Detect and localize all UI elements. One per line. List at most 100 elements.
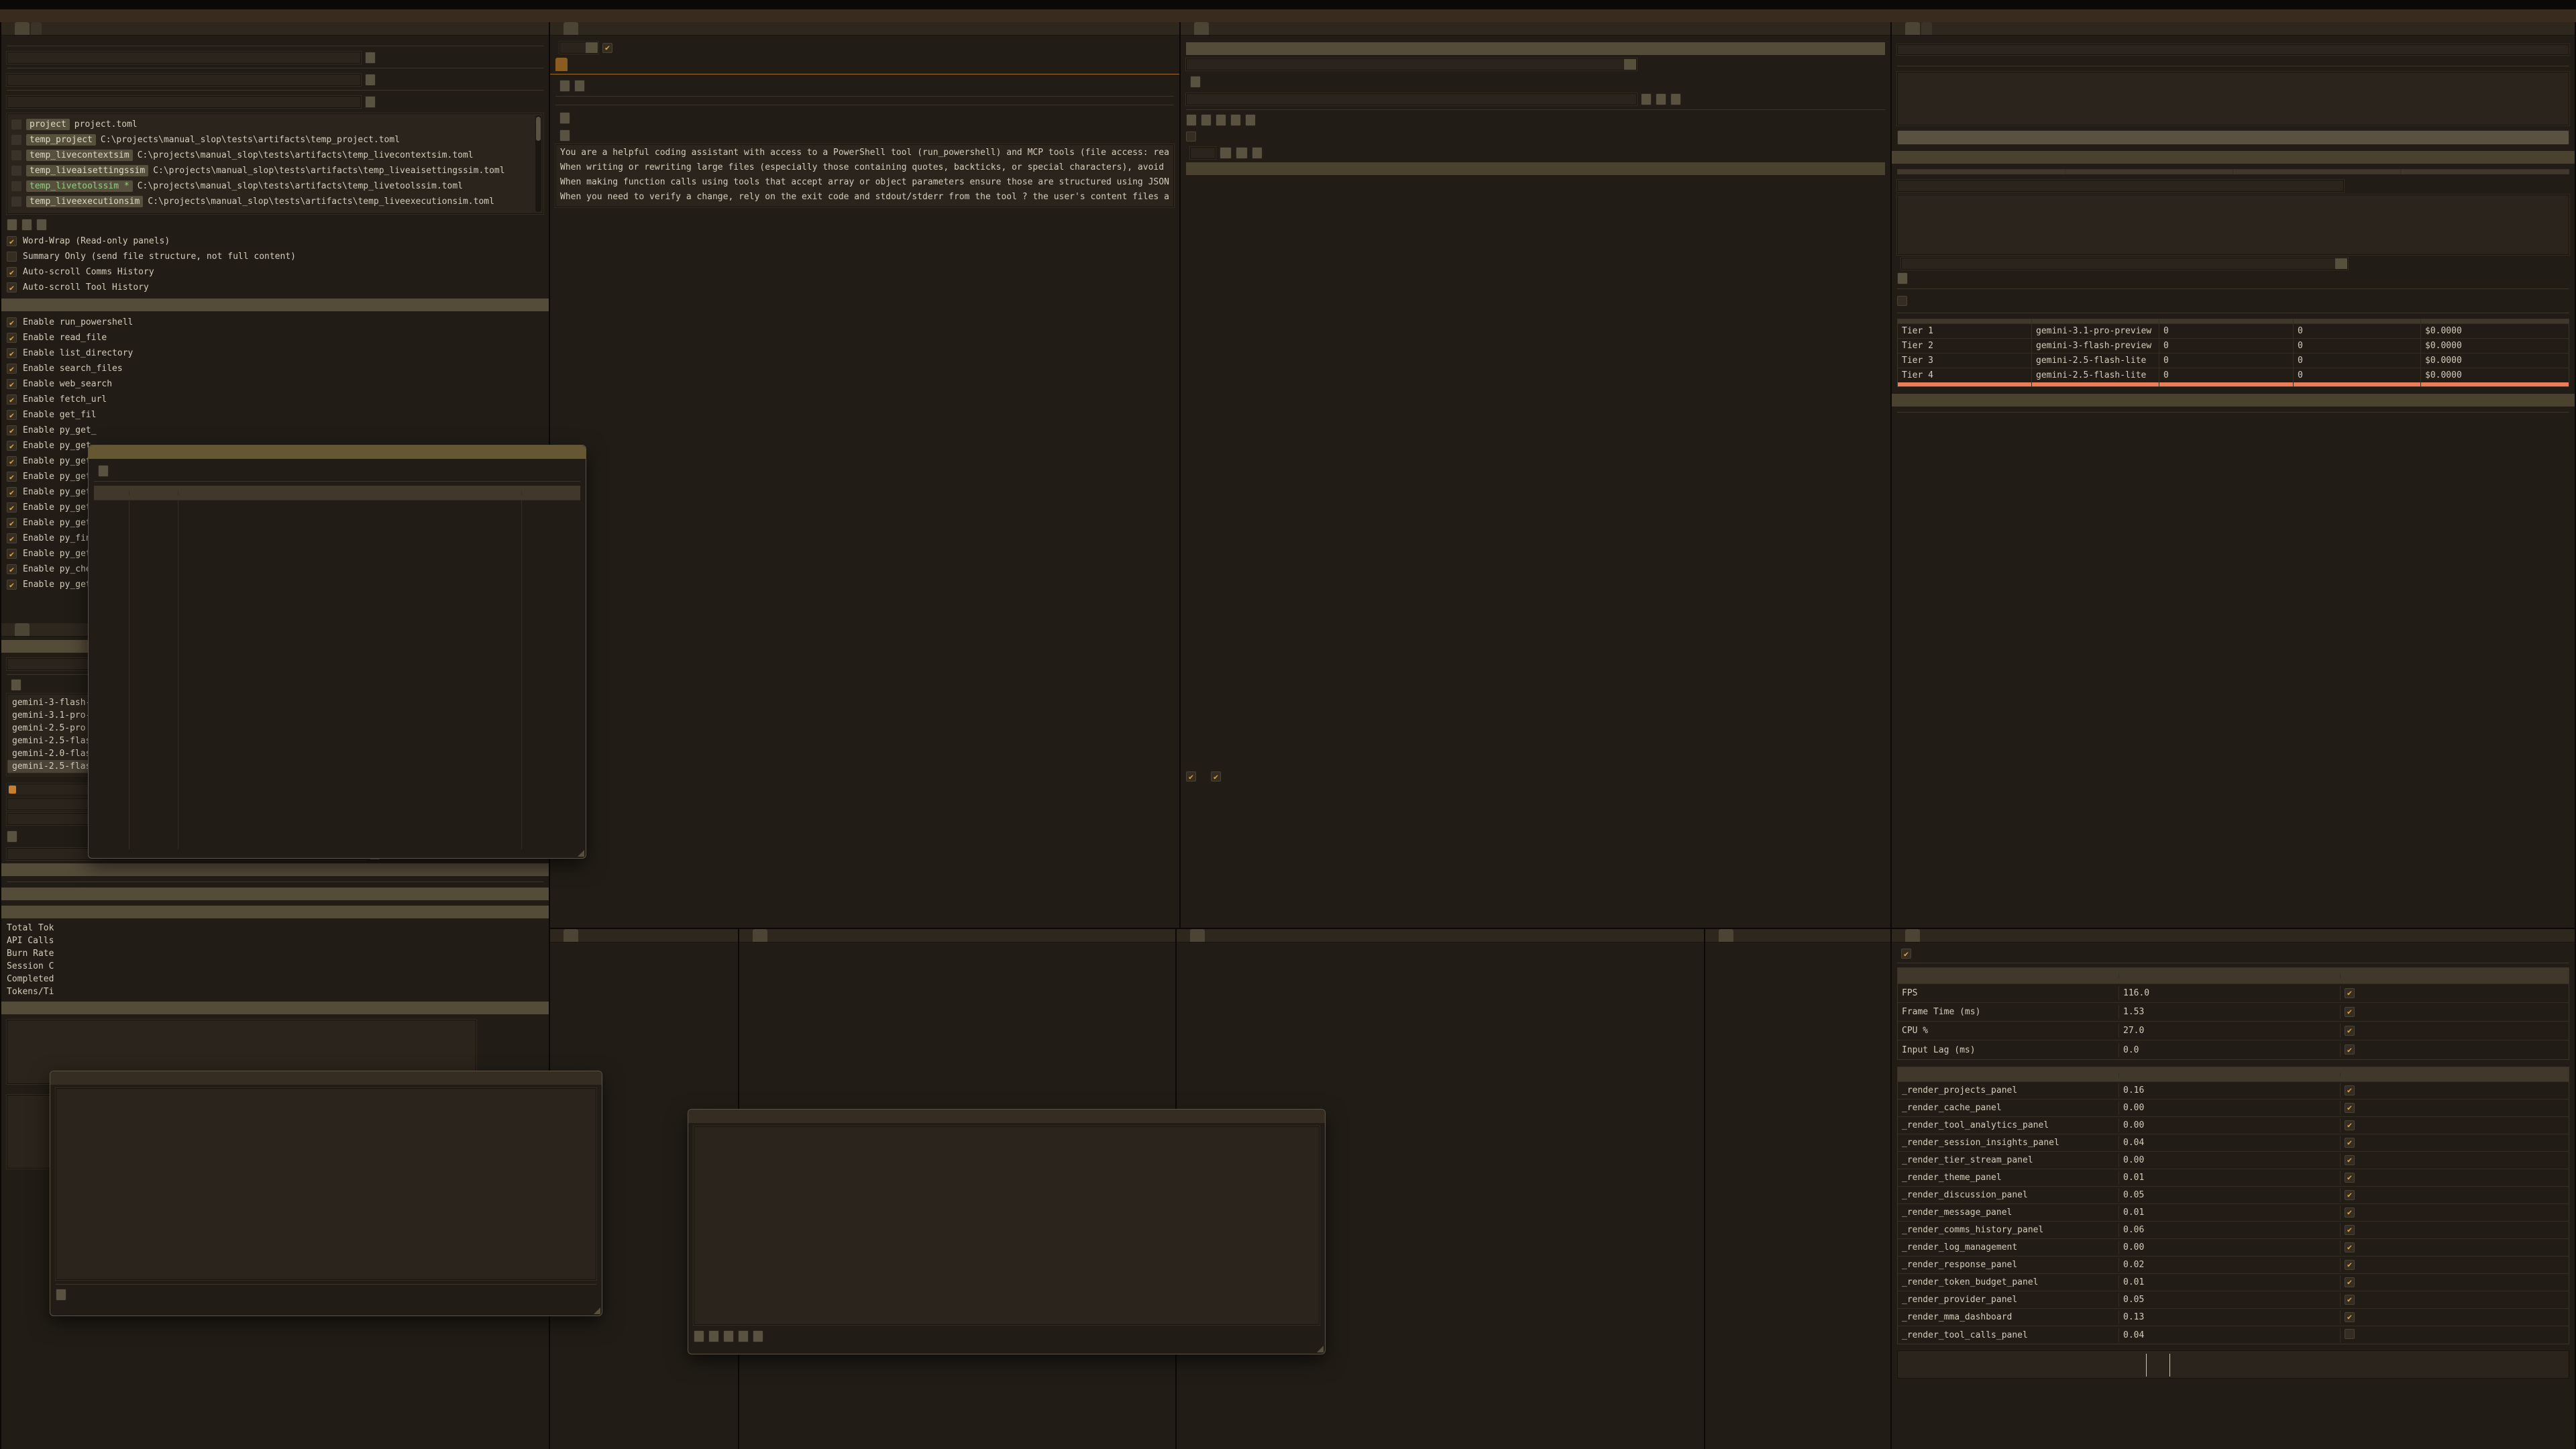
file-tag-chip[interactable]: temp_livecontextsim xyxy=(26,150,133,161)
col-result[interactable] xyxy=(522,491,580,495)
step-mode-checkbox[interactable] xyxy=(1897,296,1907,306)
tab-operations-hub[interactable] xyxy=(564,22,578,35)
tab-tier2-tech-lead[interactable] xyxy=(753,929,767,942)
graph-checkbox[interactable] xyxy=(2345,1085,2355,1095)
tab-tier1-strategy[interactable] xyxy=(564,929,578,942)
agent-tool-row[interactable]: Enable search_files xyxy=(7,361,543,376)
tab-theme[interactable] xyxy=(31,22,42,35)
remove-file-icon[interactable] xyxy=(11,197,21,207)
system-prompt-block[interactable]: You are a helpful coding assistant with … xyxy=(555,144,1174,207)
checkbox-icon[interactable] xyxy=(7,472,17,482)
agent-tool-row[interactable]: Enable fetch_url xyxy=(7,392,543,407)
clear-button[interactable] xyxy=(559,80,570,92)
checkbox-icon[interactable] xyxy=(7,282,17,292)
epic-planning-textarea[interactable] xyxy=(1897,72,2569,125)
col-component[interactable] xyxy=(1898,1073,2119,1077)
autoadd-checkbox[interactable] xyxy=(1186,131,1196,142)
remove-file-icon[interactable] xyxy=(11,166,21,176)
collapse-menu-icon[interactable] xyxy=(739,929,753,942)
checkbox-icon[interactable] xyxy=(7,425,17,435)
keep-pairs-input[interactable] xyxy=(1190,147,1216,159)
plus-all-button[interactable] xyxy=(1216,114,1226,126)
col-graph[interactable] xyxy=(2341,1073,2569,1077)
resize-grip[interactable] xyxy=(1317,1346,1324,1352)
main-context-browse-button[interactable] xyxy=(365,74,376,86)
dropdown-icon[interactable] xyxy=(2335,258,2347,269)
agent-tool-row[interactable]: Enable list_directory xyxy=(7,345,543,361)
collapse-menu-icon[interactable] xyxy=(550,22,564,35)
col-value[interactable] xyxy=(2119,974,2341,978)
tab-comms-history[interactable] xyxy=(555,58,568,71)
remove-file-icon[interactable] xyxy=(11,135,21,145)
file-tag-chip[interactable]: temp_liveaisettingssim xyxy=(26,165,148,176)
token-budget-header[interactable] xyxy=(1,863,549,876)
dropdown-icon[interactable] xyxy=(586,42,598,53)
tab-log-management[interactable] xyxy=(1921,22,1932,35)
checkbox-icon[interactable] xyxy=(7,236,17,246)
create-button[interactable] xyxy=(1641,93,1652,105)
rename-button[interactable] xyxy=(1656,93,1666,105)
minus-button[interactable] xyxy=(1220,147,1232,159)
col-actions[interactable] xyxy=(2401,170,2569,174)
load-log-button[interactable] xyxy=(574,80,585,92)
fetch-model-button[interactable] xyxy=(11,679,21,691)
project-file-row[interactable]: temp_livecontextsim C:\projects\manual_s… xyxy=(7,148,543,163)
graph-checkbox[interactable] xyxy=(2345,1208,2355,1218)
file-tag-chip[interactable]: temp_livetoolssim * xyxy=(26,180,133,192)
new-project-button[interactable] xyxy=(21,219,32,231)
output-dir-input[interactable] xyxy=(7,96,361,108)
git-directory-input[interactable] xyxy=(7,52,361,64)
checkbox-icon[interactable] xyxy=(7,267,17,277)
tab-discussion-hub[interactable] xyxy=(1194,22,1209,35)
graph-checkbox[interactable] xyxy=(2345,1242,2355,1252)
conductor-setup-header[interactable] xyxy=(1892,151,2575,164)
inject-file-button[interactable] xyxy=(694,1330,704,1342)
file-tag-chip[interactable]: temp_liveexecutionsim xyxy=(26,196,143,207)
remove-file-icon[interactable] xyxy=(11,150,21,160)
graph-checkbox[interactable] xyxy=(2345,988,2355,998)
collapse-menu-icon[interactable] xyxy=(1181,22,1194,35)
session-insights-header[interactable] xyxy=(1,906,549,918)
save-button[interactable] xyxy=(1245,114,1256,126)
git-browse-button[interactable] xyxy=(365,52,376,64)
checkbox-icon[interactable] xyxy=(7,333,17,343)
checkbox-icon[interactable] xyxy=(7,364,17,374)
track-type-combo[interactable] xyxy=(1901,258,2348,270)
save-all-button[interactable] xyxy=(36,219,47,231)
discussions-header[interactable] xyxy=(1186,42,1885,55)
add-project-button[interactable] xyxy=(7,219,17,231)
files-scrollbar[interactable] xyxy=(535,115,541,212)
popout-message-checkbox[interactable] xyxy=(1186,771,1196,782)
col-output[interactable] xyxy=(2294,319,2421,323)
graph-checkbox[interactable] xyxy=(2345,1173,2355,1183)
col-num[interactable] xyxy=(94,491,129,495)
tool-usage-analytics-header[interactable] xyxy=(1,888,549,900)
graph-checkbox[interactable] xyxy=(2345,1120,2355,1130)
remove-file-icon[interactable] xyxy=(11,119,21,129)
graph-checkbox[interactable] xyxy=(2345,1260,2355,1270)
response-window[interactable] xyxy=(50,1071,602,1316)
tier-model-config-header[interactable] xyxy=(1892,394,2575,407)
truncate-button[interactable] xyxy=(1252,147,1263,159)
delete-button[interactable] xyxy=(1670,93,1681,105)
response-content[interactable] xyxy=(56,1088,596,1280)
plus-button[interactable] xyxy=(1236,147,1248,159)
col-cost[interactable] xyxy=(2421,319,2569,323)
checkbox-icon[interactable] xyxy=(7,549,17,559)
dropdown-icon[interactable] xyxy=(1624,59,1636,70)
project-file-row[interactable]: temp_liveaisettingssim C:\projects\manua… xyxy=(7,163,543,178)
col-metric[interactable] xyxy=(1898,974,2119,978)
col-tier[interactable] xyxy=(1898,319,2032,323)
graph-checkbox[interactable] xyxy=(2345,1295,2355,1305)
slider-knob[interactable] xyxy=(9,786,16,794)
col-model[interactable] xyxy=(2032,319,2159,323)
checkbox-icon[interactable] xyxy=(7,410,17,420)
agent-tool-row[interactable]: Enable py_get_ xyxy=(7,423,543,438)
tool-calls-titlebar[interactable] xyxy=(89,445,586,459)
checkbox-icon[interactable] xyxy=(7,580,17,590)
tab-mma-dashboard[interactable] xyxy=(1905,22,1920,35)
collapse-menu-icon[interactable] xyxy=(1,22,15,35)
graph-checkbox[interactable] xyxy=(2345,1103,2355,1113)
col-graph[interactable] xyxy=(2341,974,2569,978)
expand-system-button[interactable] xyxy=(559,129,570,142)
